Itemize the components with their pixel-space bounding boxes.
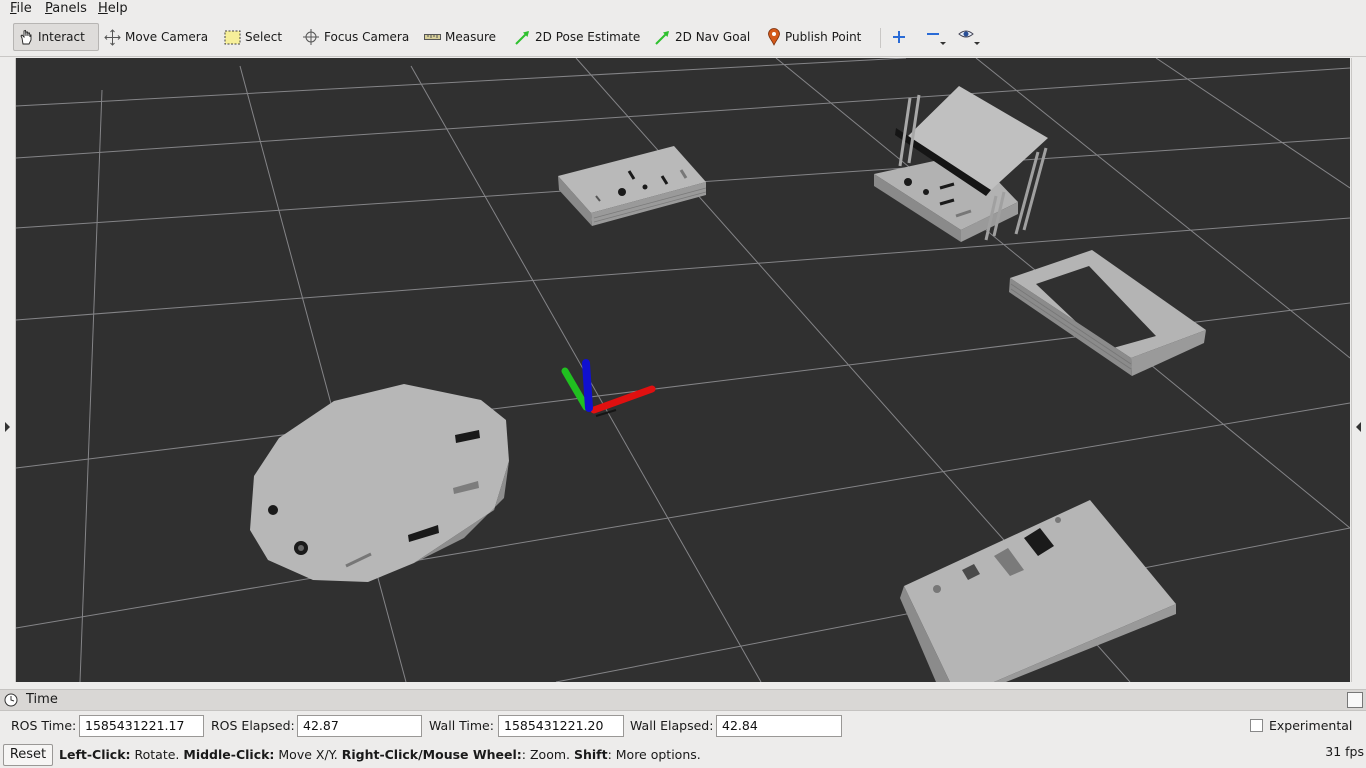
add-tool-button[interactable] xyxy=(892,23,910,51)
menu-file[interactable]: File xyxy=(10,1,32,16)
wall-time-label: Wall Time: xyxy=(429,718,494,733)
expand-left-icon xyxy=(1356,422,1361,432)
wall-elapsed-field[interactable]: 42.84 xyxy=(716,715,842,737)
right-dock-toggle[interactable] xyxy=(1351,58,1366,682)
interact-tool-button[interactable]: Interact xyxy=(13,23,99,51)
slotted-frame-plate xyxy=(1009,250,1206,376)
time-panel-title: Time xyxy=(26,692,58,707)
green-arrow-icon xyxy=(655,30,669,45)
toolbar: Interact Move Camera Select Focus Camera… xyxy=(0,19,1366,57)
ros-elapsed-label: ROS Elapsed: xyxy=(211,718,295,733)
focus-camera-tool-button[interactable]: Focus Camera xyxy=(302,23,409,51)
clock-icon xyxy=(4,693,18,707)
ros-elapsed-field[interactable]: 42.87 xyxy=(297,715,422,737)
menu-panels[interactable]: Panels xyxy=(45,1,87,16)
crosshair-icon xyxy=(303,29,319,45)
panel-splitter[interactable] xyxy=(0,682,1366,688)
round-base-plate xyxy=(250,384,509,582)
toolbar-separator xyxy=(880,28,881,48)
remove-tool-button[interactable] xyxy=(925,23,951,51)
fps-counter: 31 fps xyxy=(1325,744,1364,759)
small-stacked-plate xyxy=(558,146,707,226)
mouse-hint-text: Left-Click: Rotate. Middle-Click: Move X… xyxy=(59,747,701,762)
select-tool-button[interactable]: Select xyxy=(224,23,282,51)
minus-icon xyxy=(927,33,946,45)
move-arrows-icon xyxy=(104,28,121,46)
status-bar: Reset Left-Click: Rotate. Middle-Click: … xyxy=(0,742,1366,768)
tool-visibility-button[interactable] xyxy=(958,23,986,51)
menu-bar: File Panels Help xyxy=(0,0,1366,18)
ruler-icon xyxy=(424,34,441,40)
menu-help[interactable]: Help xyxy=(98,1,128,16)
publish-point-tool-button[interactable]: Publish Point xyxy=(767,23,861,51)
wall-time-field[interactable]: 1585431221.20 xyxy=(498,715,624,737)
expand-right-icon xyxy=(5,422,10,432)
experimental-checkbox[interactable] xyxy=(1250,719,1263,732)
move-camera-tool-button[interactable]: Move Camera xyxy=(104,23,208,51)
hand-icon xyxy=(20,29,32,45)
time-panel-header: Time xyxy=(0,689,1366,711)
reset-button[interactable]: Reset xyxy=(3,744,53,766)
ros-time-label: ROS Time: xyxy=(11,718,77,733)
measure-tool-button[interactable]: Measure xyxy=(424,23,496,51)
panel-float-button[interactable] xyxy=(1347,692,1363,708)
stacked-frame-with-standoffs xyxy=(874,86,1048,242)
plus-icon xyxy=(893,31,905,43)
origin-axes xyxy=(561,359,656,417)
left-dock-toggle[interactable] xyxy=(0,58,16,682)
green-arrow-icon xyxy=(515,30,529,45)
eye-icon xyxy=(958,30,980,45)
3d-render-viewport[interactable] xyxy=(16,58,1350,682)
large-bottom-plate xyxy=(900,500,1176,682)
experimental-label: Experimental xyxy=(1269,718,1353,733)
select-rectangle-icon xyxy=(224,30,241,44)
ros-time-field[interactable]: 1585431221.17 xyxy=(79,715,204,737)
scene xyxy=(16,58,1350,682)
pose-estimate-tool-button[interactable]: 2D Pose Estimate xyxy=(514,23,640,51)
map-pin-icon xyxy=(768,28,780,46)
wall-elapsed-label: Wall Elapsed: xyxy=(630,718,714,733)
time-panel-fields: ROS Time: 1585431221.17 ROS Elapsed: 42.… xyxy=(0,711,1366,741)
nav-goal-tool-button[interactable]: 2D Nav Goal xyxy=(654,23,750,51)
